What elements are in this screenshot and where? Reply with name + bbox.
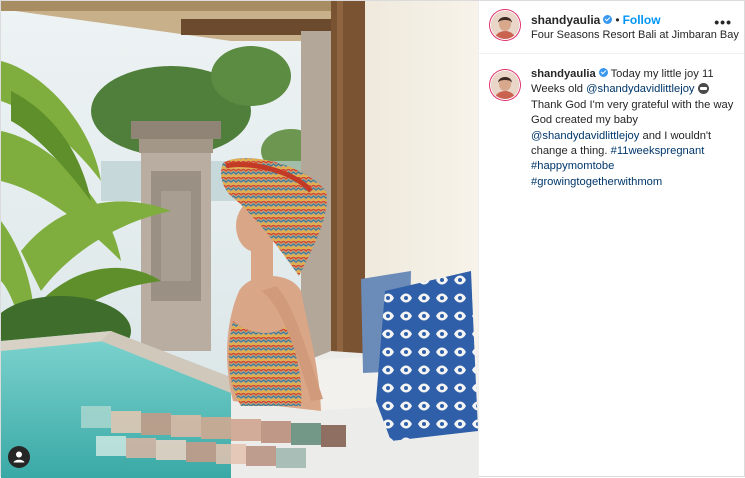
caption-text-part2: Thank God I'm very grateful with the way… (531, 98, 734, 127)
mention-link[interactable]: @shandydavidlittlejoy (531, 130, 639, 142)
profile-picture (491, 71, 519, 99)
caption-username[interactable]: shandyaulia (531, 68, 596, 80)
baby-face-emoji-icon (697, 83, 709, 95)
hashtag-link[interactable]: #growingtogetherwithmom (531, 176, 662, 188)
resort-photo-illustration (1, 1, 478, 478)
avatar[interactable] (491, 11, 519, 39)
profile-picture (491, 11, 519, 39)
post-photo[interactable] (1, 1, 478, 478)
user-tag-icon[interactable] (8, 446, 30, 468)
more-options-icon[interactable]: ••• (714, 14, 732, 30)
post-header: shandyaulia • Follow Four Seasons Resort B… (479, 1, 744, 54)
caption-avatar[interactable] (491, 71, 519, 99)
mention-link[interactable]: @shandydavidlittlejoy (586, 83, 694, 95)
post-side-panel: shandyaulia • Follow Four Seasons Resort B… (478, 1, 744, 476)
verified-badge-icon (603, 15, 613, 24)
hashtag-link[interactable]: #happymomtobe (531, 160, 614, 172)
instagram-post: shandyaulia • Follow Four Seasons Resort B… (0, 0, 745, 478)
hashtag-link[interactable]: #11weekspregnant (611, 145, 705, 157)
location-link[interactable]: Four Seasons Resort Bali at Jimbaran Bay (531, 29, 739, 41)
caption-text: shandyaulia Today my little joy 11 Weeks… (531, 67, 734, 190)
header-username: shandyaulia • Follow (531, 13, 661, 27)
follow-button[interactable]: Follow (623, 13, 661, 27)
person-icon (13, 451, 25, 463)
dot-separator: • (615, 13, 620, 27)
username-link[interactable]: shandyaulia (531, 13, 600, 27)
verified-badge-icon (598, 68, 608, 77)
